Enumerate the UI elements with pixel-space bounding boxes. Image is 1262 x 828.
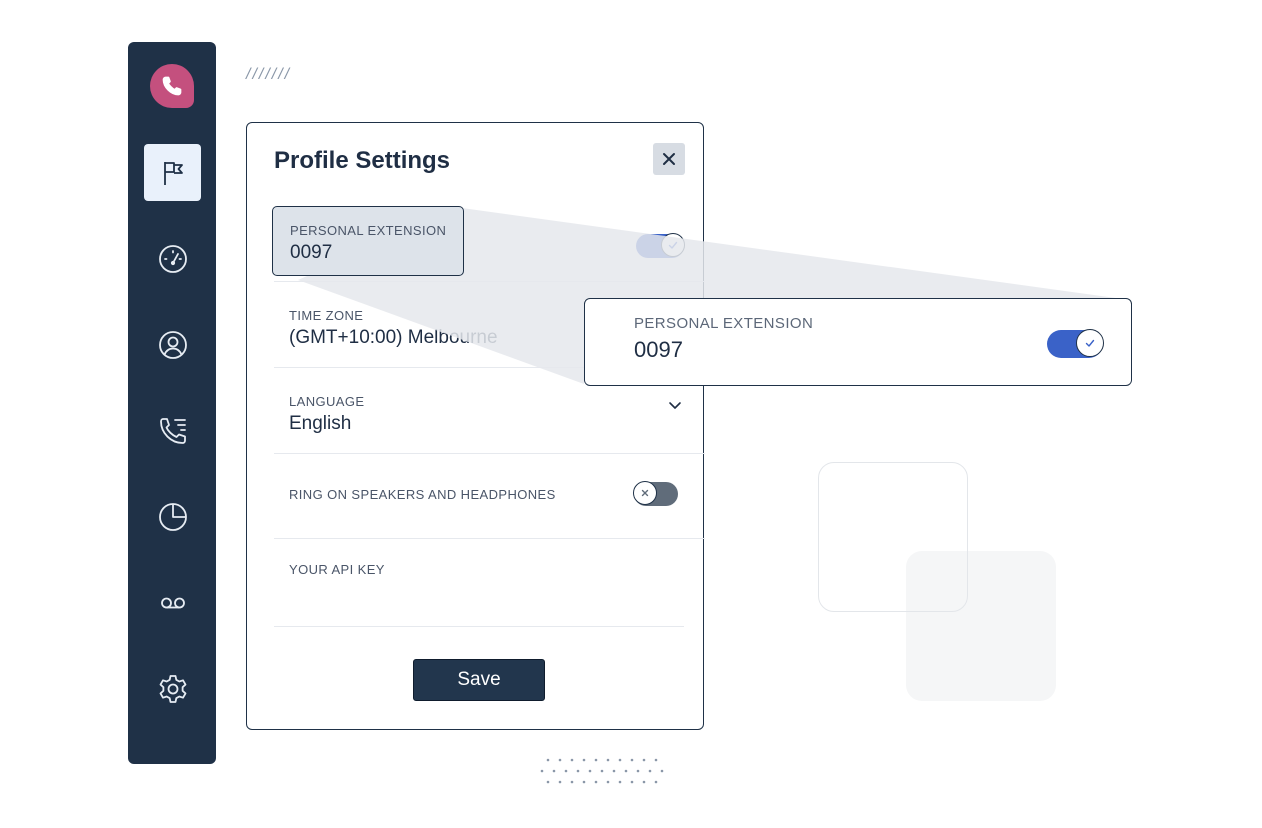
callout-toggle[interactable]	[1047, 329, 1104, 358]
phone-logo-icon	[162, 76, 182, 96]
personal-extension-label: PERSONAL EXTENSION	[290, 223, 447, 238]
toggle-knob	[661, 233, 685, 257]
chevron-down-icon[interactable]	[667, 397, 683, 413]
check-icon	[1085, 339, 1095, 347]
personal-extension-toggle[interactable]	[636, 233, 685, 258]
toggle-knob	[1076, 329, 1104, 357]
time-zone-value: (GMT+10:00) Melbourne	[289, 327, 498, 348]
sidebar	[128, 42, 216, 764]
sidebar-item-reports[interactable]	[144, 488, 201, 545]
decorative-slashes: ///////	[246, 66, 292, 83]
sidebar-item-settings[interactable]	[144, 660, 201, 717]
flag-icon	[163, 161, 183, 185]
dialog-title: Profile Settings	[274, 147, 451, 174]
callout-value: 0097	[634, 337, 683, 362]
settings-gear-icon	[159, 674, 186, 703]
decorative-square-outline	[818, 462, 968, 612]
personal-extension-field[interactable]: PERSONAL EXTENSION 0097	[272, 206, 464, 276]
x-icon	[641, 489, 649, 497]
sidebar-item-flag[interactable]	[144, 144, 201, 201]
language-value: English	[289, 413, 352, 434]
sidebar-item-dashboard[interactable]	[144, 230, 201, 287]
check-icon	[668, 241, 678, 249]
user-circle-icon	[158, 330, 187, 359]
api-key-label: YOUR API KEY	[289, 562, 385, 577]
profile-settings-dialog: Profile Settings PERSONAL EXTENSION 0097…	[246, 122, 705, 730]
ring-speakers-row: RING ON SPEAKERS AND HEADPHONES	[274, 453, 705, 539]
close-button[interactable]	[653, 143, 685, 175]
sidebar-item-voicemail[interactable]	[144, 574, 201, 631]
voicemail-icon	[160, 597, 185, 608]
call-list-icon	[159, 417, 186, 444]
page: /////// Profile Settings PERSONAL EXTENS…	[0, 0, 1262, 828]
decorative-dot-grid	[540, 758, 664, 784]
sidebar-item-profile[interactable]	[144, 316, 201, 373]
gauge-icon	[158, 244, 187, 273]
app-logo[interactable]	[150, 64, 194, 108]
close-icon	[663, 153, 675, 165]
personal-extension-value: 0097	[290, 242, 333, 263]
callout-label: PERSONAL EXTENSION	[634, 315, 814, 332]
sidebar-item-calls[interactable]	[144, 402, 201, 459]
toggle-knob	[633, 481, 657, 505]
save-button[interactable]: Save	[413, 659, 545, 701]
api-key-row[interactable]: YOUR API KEY	[274, 538, 684, 627]
personal-extension-callout: PERSONAL EXTENSION 0097	[584, 298, 1132, 386]
ring-speakers-label: RING ON SPEAKERS AND HEADPHONES	[289, 487, 556, 502]
language-label: LANGUAGE	[289, 394, 365, 409]
ring-speakers-toggle[interactable]	[633, 481, 678, 506]
pie-chart-icon	[158, 502, 187, 531]
time-zone-label: TIME ZONE	[289, 308, 364, 323]
